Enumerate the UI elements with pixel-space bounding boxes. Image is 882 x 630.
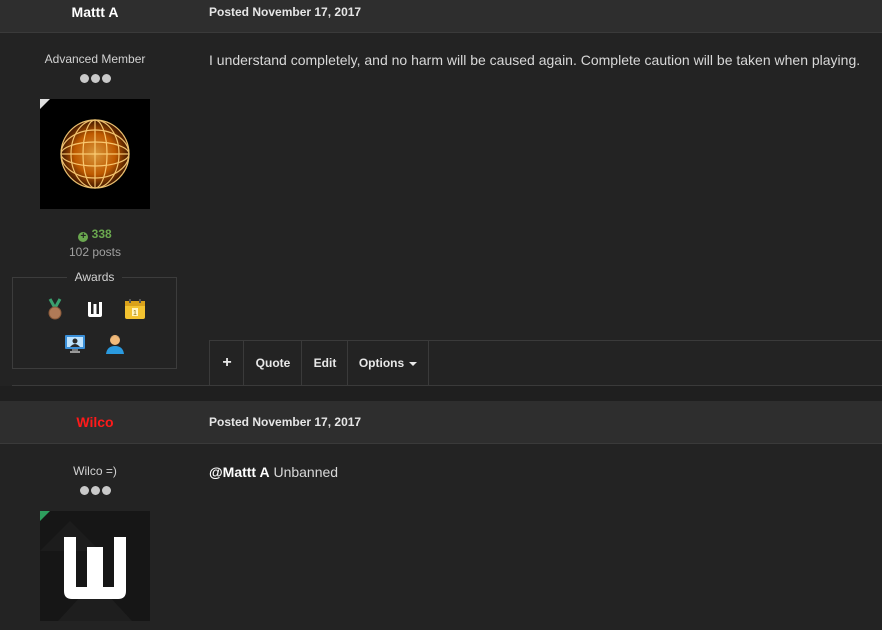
reputation-count: 338 — [91, 227, 112, 241]
post-count: 102 posts — [68, 245, 122, 259]
rank-pips-icon — [0, 70, 190, 83]
avatar[interactable] — [40, 511, 150, 621]
posted-label: Posted — [209, 415, 250, 429]
member-title: Wilco =) — [73, 464, 117, 478]
avatar-corner-badge — [40, 511, 50, 521]
monitor-user-icon[interactable] — [64, 333, 86, 355]
edit-button[interactable]: Edit — [301, 341, 348, 386]
member-title: Advanced Member — [44, 52, 146, 66]
author-name-link[interactable]: Wilco — [0, 401, 190, 443]
options-label: Options — [358, 356, 405, 370]
mention-link[interactable]: @Mattt A — [209, 464, 270, 480]
post-date: Posted November 17, 2017 — [209, 401, 361, 443]
posted-date-link[interactable]: November 17, 2017 — [252, 5, 361, 19]
post-text: Unbanned — [269, 464, 339, 480]
awards-label: Awards — [66, 270, 123, 284]
post-mattt-a: Mattt A Posted November 17, 2017 Advance… — [0, 0, 882, 386]
author-sidebar: Advanced Member — [0, 52, 190, 83]
avatar-corner-badge — [40, 99, 50, 109]
post-separator — [0, 386, 882, 401]
chevron-down-icon — [409, 361, 418, 366]
post-actions-bar: + Quote Edit Options — [209, 340, 882, 386]
quote-button[interactable]: Quote — [243, 341, 302, 386]
user-person-icon[interactable] — [104, 333, 126, 355]
post-header: Wilco Posted November 17, 2017 — [0, 401, 882, 444]
posted-label: Posted — [209, 5, 250, 19]
reputation-badge: + 338 — [0, 227, 190, 242]
plus-circle-icon: + — [78, 232, 89, 242]
post-content: @Mattt A Unbanned — [209, 464, 338, 480]
calendar-icon[interactable]: 1 — [124, 298, 146, 320]
w-logo-icon — [40, 511, 150, 621]
wireframe-globe-icon — [60, 119, 130, 189]
author-sidebar: Wilco =) — [0, 464, 190, 495]
author-name-link[interactable]: Mattt A — [0, 0, 190, 32]
post-wilco: Wilco Posted November 17, 2017 Wilco =) … — [0, 401, 882, 630]
posted-date-link[interactable]: November 17, 2017 — [252, 415, 361, 429]
post-header: Mattt A Posted November 17, 2017 — [0, 0, 882, 33]
post-date: Posted November 17, 2017 — [209, 0, 361, 32]
svg-text:1: 1 — [133, 310, 137, 317]
awards-panel: Awards 1 — [12, 270, 177, 369]
options-dropdown-button[interactable]: Options — [347, 341, 429, 386]
rank-pips-icon — [0, 482, 190, 495]
post-content: I understand completely, and no harm wil… — [209, 52, 861, 68]
bronze-medal-icon[interactable] — [44, 298, 66, 320]
w-logo-icon[interactable] — [84, 298, 106, 320]
add-plus-button[interactable]: + — [209, 341, 244, 386]
avatar[interactable] — [40, 99, 150, 209]
